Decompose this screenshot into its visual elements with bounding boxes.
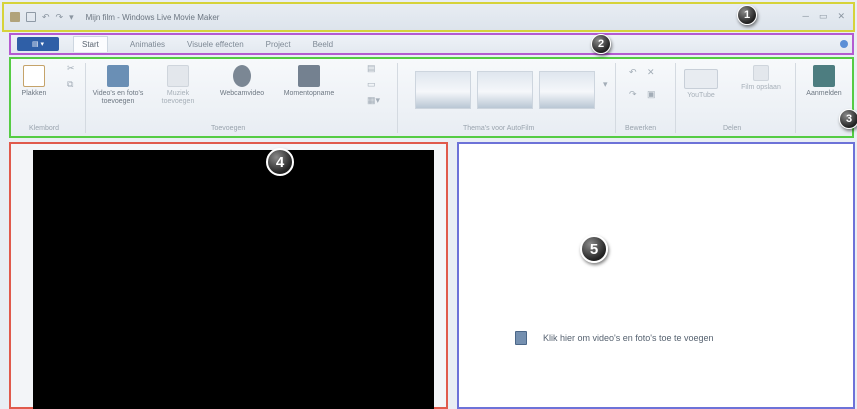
paste-button[interactable]: Plakken xyxy=(17,65,51,98)
title-bar: ↶ ↷ ▾ Mijn film - Windows Live Movie Mak… xyxy=(2,2,855,32)
gallery-scroll-icon[interactable]: ▾ xyxy=(603,79,608,90)
autofilm-theme-thumbnail[interactable] xyxy=(539,71,595,109)
qat-dropdown-icon[interactable]: ▾ xyxy=(69,12,74,23)
save-movie-icon xyxy=(753,65,769,81)
tab-animaties[interactable]: Animaties xyxy=(130,40,165,49)
callout-2: 2 xyxy=(591,34,611,54)
callout-1: 1 xyxy=(737,5,757,25)
group-label-themes: Thema's voor AutoFilm xyxy=(463,125,535,132)
window-buttons: ─ ▭ ✕ xyxy=(803,11,845,22)
callout-4: 4 xyxy=(266,148,294,176)
snapshot-button[interactable]: Momentopname xyxy=(279,65,339,98)
rotate-left-icon[interactable]: ↶ xyxy=(629,67,637,78)
webcam-label: Webcamvideo xyxy=(219,90,265,97)
minimize-icon[interactable]: ─ xyxy=(803,11,809,22)
webcam-icon xyxy=(233,65,251,87)
cloud-share-icon xyxy=(684,69,718,89)
group-label-share: Delen xyxy=(723,125,742,132)
remove-icon[interactable]: ✕ xyxy=(647,67,655,78)
storyboard-pane[interactable]: Klik hier om video's en foto's toe te vo… xyxy=(457,142,855,409)
save-movie-label: Film opslaan xyxy=(741,84,781,91)
autofilm-theme-thumbnail[interactable] xyxy=(477,71,533,109)
divider xyxy=(615,63,616,133)
save-movie-button[interactable]: Film opslaan xyxy=(741,65,781,92)
tab-visuele-effecten[interactable]: Visuele effecten xyxy=(187,40,244,49)
divider xyxy=(397,63,398,133)
maximize-icon[interactable]: ▭ xyxy=(819,11,828,22)
redo-icon[interactable]: ↷ xyxy=(56,12,64,23)
callout-3: 3 xyxy=(839,109,857,129)
autofilm-theme-thumbnail[interactable] xyxy=(415,71,471,109)
snapshot-icon xyxy=(298,65,320,87)
ribbon-tab-bar: ▤ ▾ Start Animaties Visuele effecten Pro… xyxy=(9,33,854,55)
save-icon[interactable] xyxy=(26,12,36,22)
divider xyxy=(795,63,796,133)
divider xyxy=(85,63,86,133)
select-all-icon[interactable]: ▣ xyxy=(647,89,656,100)
group-label-clipboard: Klembord xyxy=(29,125,59,132)
preview-pane xyxy=(9,142,448,409)
close-icon[interactable]: ✕ xyxy=(837,11,845,22)
add-music-label: Muziek toevoegen xyxy=(161,90,195,105)
app-menu-button[interactable]: ▤ ▾ xyxy=(17,37,59,51)
add-music-button[interactable]: Muziek toevoegen xyxy=(151,65,205,106)
snapshot-label: Momentopname xyxy=(283,90,335,97)
youtube-share-button[interactable]: YouTube xyxy=(679,69,723,100)
tab-beeld[interactable]: Beeld xyxy=(313,40,333,49)
clipboard-icon xyxy=(23,65,45,87)
add-media-hint[interactable]: Klik hier om video's en foto's toe te vo… xyxy=(515,331,714,345)
group-label-add: Toevoegen xyxy=(211,125,246,132)
help-icon[interactable] xyxy=(840,40,848,48)
sign-in-button[interactable]: Aanmelden xyxy=(801,65,847,98)
webcam-button[interactable]: Webcamvideo xyxy=(215,65,269,98)
group-label-edit: Bewerken xyxy=(625,125,657,132)
add-video-label: Video's en foto's toevoegen xyxy=(92,90,144,105)
credits-icon[interactable]: ▦▾ xyxy=(367,95,380,106)
video-preview-screen[interactable] xyxy=(33,150,434,409)
caption-icon[interactable]: ▭ xyxy=(367,79,376,90)
youtube-label: YouTube xyxy=(687,92,715,99)
film-icon[interactable] xyxy=(10,12,20,22)
copy-icon[interactable]: ⧉ xyxy=(67,79,73,90)
music-note-icon xyxy=(167,65,189,87)
cut-icon[interactable]: ✂ xyxy=(67,63,75,74)
add-media-hint-text: Klik hier om video's en foto's toe te vo… xyxy=(543,333,714,343)
tab-project[interactable]: Project xyxy=(266,40,291,49)
photo-icon xyxy=(515,331,527,345)
window-title: Mijn film - Windows Live Movie Maker xyxy=(85,12,220,22)
sign-in-icon xyxy=(813,65,835,87)
undo-icon[interactable]: ↶ xyxy=(42,12,50,23)
photo-video-icon xyxy=(107,65,129,87)
title-icon[interactable]: ▤ xyxy=(367,63,376,74)
add-video-button[interactable]: Video's en foto's toevoegen xyxy=(91,65,145,106)
tab-start[interactable]: Start xyxy=(73,36,108,52)
sign-in-label: Aanmelden xyxy=(806,90,842,97)
movie-maker-window: ↶ ↷ ▾ Mijn film - Windows Live Movie Mak… xyxy=(0,0,857,409)
paste-label: Plakken xyxy=(21,90,47,97)
rotate-right-icon[interactable]: ↷ xyxy=(629,89,637,100)
divider xyxy=(675,63,676,133)
callout-5: 5 xyxy=(580,235,608,263)
ribbon: Plakken ✂ ⧉ Klembord Video's en foto's t… xyxy=(9,57,854,138)
